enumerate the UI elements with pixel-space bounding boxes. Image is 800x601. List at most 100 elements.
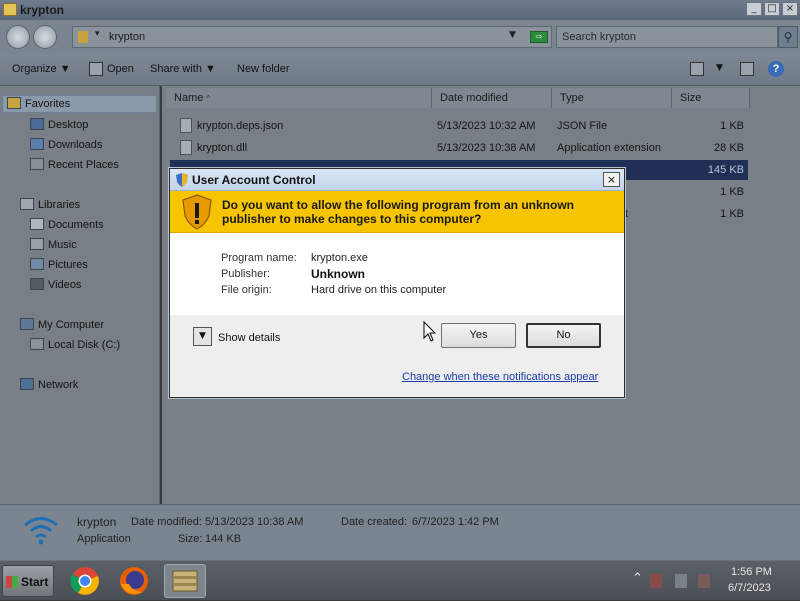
documents-icon: [30, 218, 44, 230]
tray-expand-icon[interactable]: ⌃: [632, 571, 643, 586]
publisher-label: Publisher:: [221, 268, 270, 280]
search-icon[interactable]: ⚲: [778, 26, 798, 48]
nav-videos[interactable]: Videos: [30, 278, 81, 296]
program-name-value: krypton.exe: [311, 252, 368, 264]
uac-program-info: Program name: krypton.exe Publisher: Unk…: [170, 233, 624, 315]
file-date: 5/13/2023 10:32 AM: [437, 120, 536, 132]
taskbar-firefox[interactable]: [113, 564, 155, 598]
nav-recent-places[interactable]: Recent Places: [30, 158, 119, 176]
show-details-chevron-icon[interactable]: ▼: [193, 327, 212, 346]
details-filename: krypton: [77, 515, 117, 529]
start-button[interactable]: Start: [2, 565, 54, 597]
nav-label: Desktop: [48, 119, 89, 131]
folder-icon: [3, 3, 17, 16]
maximize-button[interactable]: □: [764, 2, 780, 16]
share-with-button[interactable]: Share with ▼: [150, 63, 216, 75]
firefox-icon: [120, 567, 148, 595]
column-type[interactable]: Type: [552, 88, 672, 108]
minimize-button[interactable]: _: [746, 2, 762, 16]
nav-favorites[interactable]: Favorites: [2, 95, 157, 113]
nav-label: Music: [48, 239, 77, 251]
breadcrumb[interactable]: krypton: [109, 31, 145, 43]
computer-icon: [20, 318, 34, 330]
dll-file-icon: [180, 140, 192, 155]
downloads-icon: [30, 138, 44, 150]
breadcrumb-arrow-icon[interactable]: ▾: [95, 29, 100, 39]
mouse-cursor-icon: [423, 321, 437, 342]
nav-network[interactable]: Network: [20, 378, 78, 396]
nav-local-disk[interactable]: Local Disk (C:): [30, 338, 120, 356]
nav-label: Pictures: [48, 259, 88, 271]
explorer-titlebar[interactable]: krypton _ □ ×: [0, 0, 800, 20]
warning-shield-icon: [182, 194, 212, 230]
nav-libraries[interactable]: Libraries: [20, 198, 80, 216]
table-row[interactable]: krypton.dll 5/13/2023 10:38 AM Applicati…: [170, 138, 748, 158]
nav-label: Favorites: [25, 98, 71, 110]
nav-pictures[interactable]: Pictures: [30, 258, 88, 276]
file-type: t: [625, 208, 629, 220]
clock-date[interactable]: 6/7/2023: [728, 582, 771, 594]
file-size: 1 KB: [720, 186, 744, 198]
column-date-modified[interactable]: Date modified: [432, 88, 552, 108]
back-button[interactable]: [6, 25, 30, 49]
taskbar: Start ⌃ 1:56 PM 6/7/2023: [0, 560, 800, 600]
file-size: 1 KB: [720, 208, 744, 220]
window-title: krypton: [20, 3, 65, 17]
nav-label: Recent Places: [48, 159, 119, 171]
nav-label: Downloads: [48, 139, 103, 151]
nav-downloads[interactable]: Downloads: [30, 138, 102, 156]
wifi-application-icon: [24, 517, 58, 545]
show-details-label[interactable]: Show details: [218, 332, 280, 344]
details-date-created: 6/7/2023 1:42 PM: [412, 516, 499, 528]
nav-my-computer[interactable]: My Computer: [20, 318, 104, 336]
uac-titlebar[interactable]: User Account Control ×: [170, 169, 624, 191]
publisher-value: Unknown: [311, 267, 365, 281]
new-folder-button[interactable]: New folder: [237, 63, 290, 75]
help-icon[interactable]: ?: [768, 61, 784, 77]
uac-footer: ▼ Show details Yes No Change when these …: [170, 315, 624, 397]
volume-muted-icon[interactable]: [698, 574, 710, 588]
preview-pane-icon[interactable]: [740, 62, 754, 76]
address-dropdown-icon[interactable]: ▼: [509, 30, 516, 40]
chrome-icon: [70, 567, 99, 595]
close-button[interactable]: ×: [782, 2, 798, 16]
nav-label: Libraries: [38, 199, 81, 211]
details-date-modified-label: Date modified:: [131, 516, 202, 528]
nav-music[interactable]: Music: [30, 238, 77, 256]
details-size: 144 KB: [205, 533, 242, 545]
network-icon: [20, 378, 34, 390]
organize-button[interactable]: Organize ▼: [12, 63, 71, 75]
no-button[interactable]: No: [526, 323, 601, 348]
views-icon[interactable]: [690, 62, 704, 76]
program-name-label: Program name:: [221, 252, 297, 264]
column-name[interactable]: Name ^: [166, 88, 432, 108]
uac-shield-icon: [176, 173, 188, 187]
details-pane: krypton Application Date modified: 5/13/…: [0, 504, 800, 560]
clock-time[interactable]: 1:56 PM: [731, 566, 772, 578]
details-size-label: Size:: [178, 533, 203, 545]
go-arrow-icon[interactable]: ⇨: [530, 31, 548, 43]
file-type: JSON File: [557, 120, 608, 132]
views-dropdown-icon[interactable]: ▼: [716, 63, 723, 73]
uac-dialog: User Account Control × Do you want to al…: [169, 168, 625, 398]
file-name: krypton.dll: [197, 142, 248, 154]
change-notifications-link[interactable]: Change when these notifications appear: [402, 371, 598, 383]
yes-button[interactable]: Yes: [441, 323, 516, 348]
network-tray-icon[interactable]: [675, 574, 687, 588]
taskbar-explorer[interactable]: [164, 564, 206, 598]
open-button[interactable]: Open: [107, 63, 134, 75]
uac-close-button[interactable]: ×: [603, 172, 620, 187]
table-row[interactable]: krypton.deps.json 5/13/2023 10:32 AM JSO…: [170, 116, 748, 136]
taskbar-chrome[interactable]: [64, 564, 106, 598]
nav-documents[interactable]: Documents: [30, 218, 104, 236]
sort-indicator-icon: ^: [206, 94, 211, 103]
recent-places-icon: [30, 158, 44, 170]
address-field[interactable]: ▾ krypton ▼ ⇨: [72, 26, 552, 48]
file-size: 1 KB: [720, 120, 744, 132]
search-input[interactable]: Search krypton: [556, 26, 778, 48]
forward-button[interactable]: [33, 25, 57, 49]
action-center-icon[interactable]: [650, 574, 662, 588]
nav-desktop[interactable]: Desktop: [30, 118, 88, 136]
column-size[interactable]: Size: [672, 88, 750, 108]
videos-icon: [30, 278, 44, 290]
